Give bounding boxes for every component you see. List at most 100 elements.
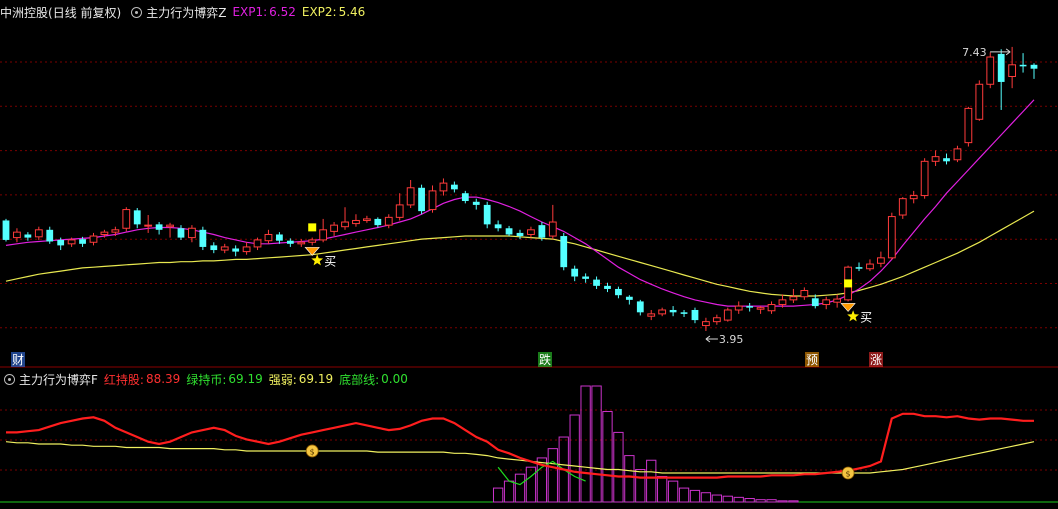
candle-body <box>778 299 787 306</box>
volume-bar <box>788 500 799 503</box>
candlestick <box>461 190 469 204</box>
candle-body <box>188 227 196 239</box>
candle-body <box>604 285 611 289</box>
volume-bar <box>580 385 591 503</box>
candle-body <box>1030 64 1038 69</box>
candle-body <box>734 305 743 311</box>
candlestick <box>319 218 328 243</box>
candle-body <box>1019 64 1027 67</box>
candle-body <box>800 290 809 298</box>
marker-label: 预 <box>806 353 818 367</box>
candle-body <box>276 234 283 241</box>
money-bag-symbol: $ <box>846 470 851 479</box>
candle-body <box>199 229 207 247</box>
candlestick <box>232 245 240 257</box>
candlestick <box>330 222 338 237</box>
volume-bar <box>744 498 755 503</box>
candle-body <box>516 232 524 237</box>
candle-body <box>2 220 10 240</box>
candle-body <box>712 317 721 323</box>
candle-body <box>483 204 491 225</box>
candlestick <box>253 237 262 251</box>
candle-body <box>691 309 699 321</box>
candlestick <box>13 228 21 243</box>
candle-body <box>418 187 425 212</box>
candle-body <box>286 240 294 244</box>
candle-body <box>986 56 995 85</box>
volume-bar <box>591 385 602 503</box>
candlestick <box>166 222 174 238</box>
volume-bar <box>514 473 526 503</box>
candle-body <box>953 148 962 161</box>
candle-body <box>647 313 656 317</box>
candlestick <box>964 106 973 147</box>
volume-bar <box>503 480 515 503</box>
candle-body <box>341 221 349 228</box>
candle-body <box>920 160 929 197</box>
candle-body <box>833 298 842 303</box>
candlestick <box>767 301 776 314</box>
candlestick <box>800 287 809 300</box>
buy-label: 买 <box>860 310 872 324</box>
buy-label: 买 <box>324 254 336 268</box>
candle-body <box>658 309 667 315</box>
buy-signal: 买 <box>840 279 872 324</box>
candlestick <box>647 309 656 321</box>
candle-body <box>472 201 480 205</box>
candlestick <box>144 215 153 233</box>
candle-body <box>330 224 338 232</box>
candle-body <box>997 53 1005 82</box>
candlestick <box>133 208 141 229</box>
candle-body <box>909 195 918 200</box>
price-chart-svg[interactable]: 7.433.95买买财跌预涨$$ <box>0 0 1058 509</box>
candlestick <box>472 198 480 210</box>
candle-body <box>395 204 404 218</box>
candlestick <box>734 301 743 314</box>
candlestick <box>34 226 43 240</box>
candle-body <box>548 221 557 237</box>
diamond-icon <box>840 303 856 312</box>
candlestick <box>395 193 404 221</box>
candlestick <box>833 294 842 308</box>
candle-body <box>264 233 273 242</box>
candle-body <box>898 198 907 216</box>
candlestick <box>669 306 677 317</box>
candlestick <box>418 184 425 215</box>
candle-body <box>461 193 469 202</box>
candle-body <box>943 158 950 162</box>
candle-body <box>877 257 885 264</box>
candle-body <box>384 216 393 226</box>
candle-body <box>1008 64 1017 77</box>
candle-body <box>811 298 819 307</box>
volume-bar <box>569 414 580 503</box>
candle-body <box>67 239 76 245</box>
star-icon <box>847 310 859 322</box>
candle-body <box>13 231 21 239</box>
money-bag-icon: $ <box>305 444 319 458</box>
candle-body <box>571 268 579 277</box>
candlestick <box>723 307 732 322</box>
candlestick <box>997 49 1005 110</box>
candlestick <box>604 282 611 293</box>
candlestick <box>199 226 207 251</box>
candlestick <box>582 273 590 283</box>
candlestick <box>1030 63 1038 79</box>
candlestick <box>264 229 273 244</box>
volume-bar <box>492 487 504 503</box>
candle-body <box>439 182 448 192</box>
candle-body <box>46 229 54 242</box>
volume-bar <box>678 487 690 503</box>
candle-body <box>24 234 32 238</box>
candle-body <box>363 218 371 221</box>
candlestick <box>712 314 721 325</box>
candlestick <box>450 181 458 193</box>
candlestick <box>406 179 415 209</box>
candle-body <box>166 224 174 228</box>
volume-bar <box>602 411 613 503</box>
candle-body <box>220 246 229 251</box>
candlestick <box>1019 53 1027 73</box>
candle-body <box>975 83 984 120</box>
candlestick <box>746 302 754 312</box>
candlestick <box>877 251 885 268</box>
candle-body <box>887 216 896 259</box>
